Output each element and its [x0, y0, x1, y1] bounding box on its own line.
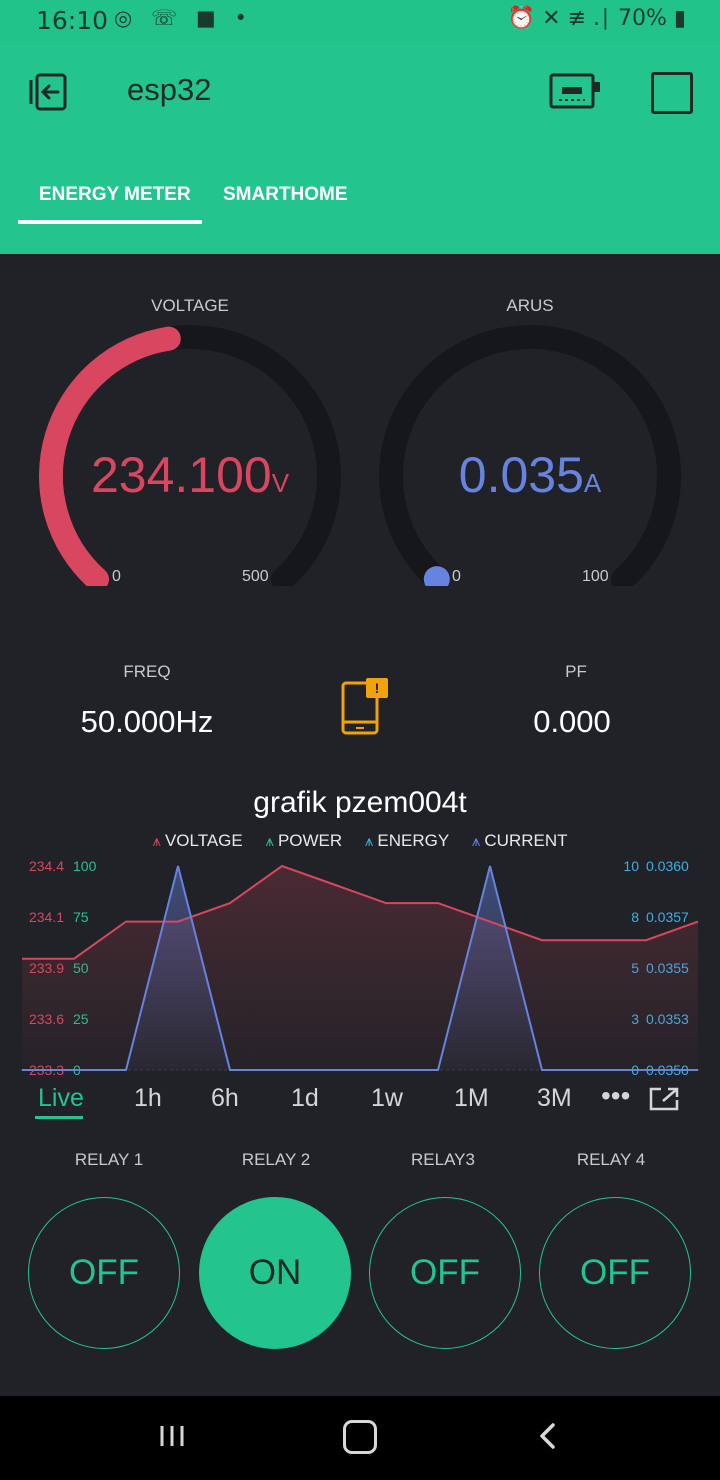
y-tick-voltage: 234.1 — [29, 909, 64, 925]
relay-2-button[interactable]: ON — [199, 1197, 351, 1349]
legend-energy[interactable]: ⩚ ENERGY — [365, 831, 449, 851]
range-1w[interactable]: 1w — [371, 1084, 403, 1113]
back-icon[interactable] — [535, 1422, 561, 1450]
range-1d[interactable]: 1d — [291, 1084, 319, 1113]
y-tick-current: 0.0357 — [646, 909, 689, 925]
relay-4-label: RELAY 4 — [576, 1150, 646, 1169]
range-6h[interactable]: 6h — [211, 1084, 239, 1113]
range-live[interactable]: Live — [38, 1084, 84, 1113]
active-tab-indicator — [18, 220, 202, 224]
phone-alert-icon: ! — [341, 678, 388, 735]
legend-power[interactable]: ⩚ POWER — [265, 831, 342, 851]
freq-label: FREQ — [123, 662, 171, 681]
exit-icon[interactable] — [28, 72, 70, 112]
voltage-max: 500 — [242, 568, 269, 585]
status-bar: 16:10 ◎ ☏ ■ • ⏰ ✕ ≢ .∣ 70% ▮ — [0, 0, 720, 42]
y-tick-energy: 10 — [623, 858, 639, 874]
tab-smarthome[interactable]: SMARTHOME — [223, 184, 348, 206]
voltage-gauge: VOLTAGE 234.100V 0 500 — [30, 292, 350, 592]
y-tick-voltage: 234.4 — [29, 858, 64, 874]
energy-chart[interactable]: 234.4100100.0360234.17580.0357233.95050.… — [0, 852, 720, 1082]
arus-value: 0.035A — [458, 447, 602, 503]
range-selector: Live 1h 6h 1d 1w 1M 3M ••• — [0, 1080, 720, 1118]
legend-current[interactable]: ⩚ CURRENT — [472, 831, 568, 851]
arus-max: 100 — [582, 568, 609, 585]
status-time: 16:10 — [36, 6, 109, 35]
svg-text:!: ! — [375, 680, 380, 696]
pf-label: PF — [565, 662, 587, 681]
recent-apps-icon[interactable] — [158, 1424, 186, 1448]
arus-label: ARUS — [506, 296, 554, 315]
relay-3-button[interactable]: OFF — [369, 1197, 521, 1349]
legend-voltage[interactable]: ⩚ VOLTAGE — [153, 831, 243, 851]
chart-title: grafik pzem004t — [253, 786, 467, 819]
relay-2-label: RELAY 2 — [241, 1150, 311, 1169]
app-bar: esp32 ENERGY METER SMARTHOME — [0, 42, 720, 254]
stop-button[interactable] — [651, 72, 693, 114]
voltage-label: VOLTAGE — [151, 296, 229, 315]
voltage-min: 0 — [112, 568, 121, 585]
home-icon[interactable] — [343, 1420, 377, 1454]
range-3m[interactable]: 3M — [537, 1084, 572, 1113]
arus-min: 0 — [452, 568, 461, 585]
relay-1-label: RELAY 1 — [74, 1150, 144, 1169]
tab-energy-meter[interactable]: ENERGY METER — [39, 184, 191, 206]
y-tick-power: 75 — [73, 909, 89, 925]
range-1m[interactable]: 1M — [454, 1084, 489, 1113]
relay-1-button[interactable]: OFF — [28, 1197, 180, 1349]
notification-icons: ◎ ☏ ■ • — [114, 6, 253, 30]
device-icon[interactable] — [549, 72, 601, 110]
system-nav-bar — [0, 1396, 720, 1480]
y-tick-power: 100 — [73, 858, 97, 874]
y-tick-energy: 8 — [631, 909, 639, 925]
voltage-area — [22, 866, 698, 1070]
active-range-indicator — [35, 1116, 83, 1119]
chart-legend: ⩚ VOLTAGE ⩚ POWER ⩚ ENERGY ⩚ CURRENT — [0, 831, 720, 851]
voltage-value: 234.100V — [90, 447, 290, 503]
pf-value: 0.000 — [533, 704, 611, 739]
relay-3-label: RELAY3 — [411, 1150, 475, 1169]
more-dots-icon[interactable]: ••• — [601, 1080, 630, 1112]
freq-value: 50.000Hz — [80, 704, 214, 739]
app-title: esp32 — [127, 72, 212, 107]
y-tick-current: 0.0360 — [646, 858, 689, 874]
range-1h[interactable]: 1h — [134, 1084, 162, 1113]
arus-gauge: ARUS 0.035A 0 100 — [370, 292, 690, 592]
export-icon[interactable] — [648, 1086, 680, 1112]
relay-4-button[interactable]: OFF — [539, 1197, 691, 1349]
system-status-icons: ⏰ ✕ ≢ .∣ 70% ▮ — [507, 6, 686, 31]
